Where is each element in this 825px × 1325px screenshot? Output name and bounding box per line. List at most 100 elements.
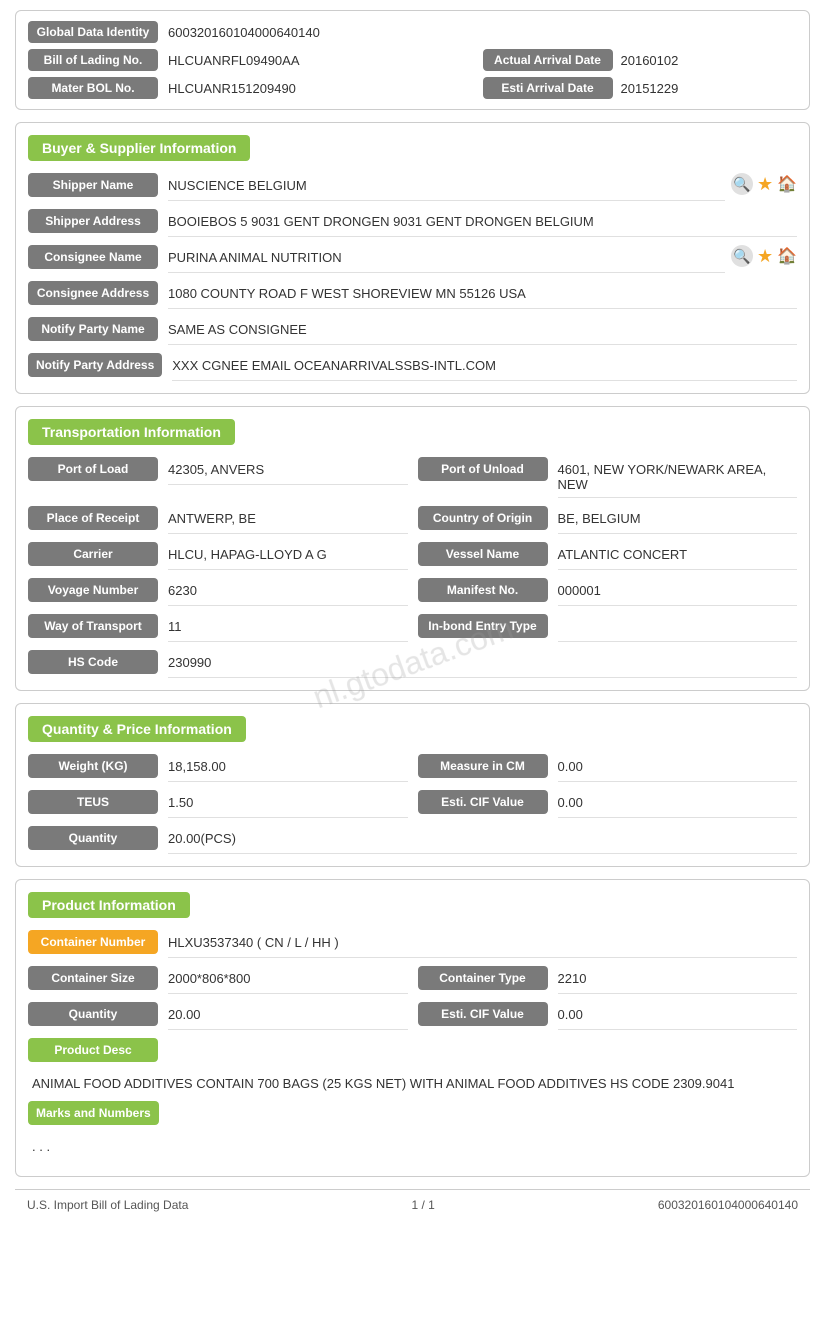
container-type-label: Container Type [418, 966, 548, 990]
qp-quantity-label: Quantity [28, 826, 158, 850]
notify-party-address-label: Notify Party Address [28, 353, 162, 377]
actual-arrival-value: 20160102 [621, 53, 798, 68]
qp-quantity-value: 20.00(PCS) [168, 826, 797, 854]
teus-cif-row: TEUS 1.50 Esti. CIF Value 0.00 [28, 790, 797, 818]
bol-label: Bill of Lading No. [28, 49, 158, 71]
place-receipt-group: Place of Receipt ANTWERP, BE [28, 506, 408, 534]
carrier-group: Carrier HLCU, HAPAG-LLOYD A G [28, 542, 408, 570]
port-unload-group: Port of Unload 4601, NEW YORK/NEWARK ARE… [418, 457, 798, 498]
cif-value: 0.00 [558, 790, 798, 818]
weight-group: Weight (KG) 18,158.00 [28, 754, 408, 782]
voyage-label: Voyage Number [28, 578, 158, 602]
consignee-name-label: Consignee Name [28, 245, 158, 269]
actual-arrival-group: Actual Arrival Date 20160102 [483, 49, 798, 71]
product-info-card: Product Information Container Number HLX… [15, 879, 810, 1177]
footer-right: 600320160104000640140 [658, 1198, 798, 1212]
container-number-label: Container Number [28, 930, 158, 954]
teus-group: TEUS 1.50 [28, 790, 408, 818]
place-receipt-label: Place of Receipt [28, 506, 158, 530]
global-data-row: Global Data Identity 6003201601040006401… [28, 21, 797, 43]
pi-cif-value: 0.00 [558, 1002, 798, 1030]
vessel-value: ATLANTIC CONCERT [558, 542, 798, 570]
container-type-value: 2210 [558, 966, 798, 994]
esti-arrival-group: Esti Arrival Date 20151229 [483, 77, 798, 99]
cif-group: Esti. CIF Value 0.00 [418, 790, 798, 818]
consignee-icons: 🔍 ★ 🏠 [731, 245, 797, 267]
teus-value: 1.50 [168, 790, 408, 818]
transport-inbond-row: Way of Transport 11 In-bond Entry Type [28, 614, 797, 642]
consignee-address-row: Consignee Address 1080 COUNTY ROAD F WES… [28, 281, 797, 309]
consignee-star-icon[interactable]: ★ [757, 246, 773, 267]
shipper-home-icon[interactable]: 🏠 [777, 174, 797, 194]
shipper-search-icon[interactable]: 🔍 [731, 173, 753, 195]
product-desc-text: ANIMAL FOOD ADDITIVES CONTAIN 700 BAGS (… [28, 1070, 797, 1101]
port-load-value: 42305, ANVERS [168, 457, 408, 485]
manifest-label: Manifest No. [418, 578, 548, 602]
shipper-star-icon[interactable]: ★ [757, 174, 773, 195]
actual-arrival-label: Actual Arrival Date [483, 49, 613, 71]
container-size-group: Container Size 2000*806*800 [28, 966, 408, 994]
notify-party-name-label: Notify Party Name [28, 317, 158, 341]
port-row: Port of Load 42305, ANVERS Port of Unloa… [28, 457, 797, 498]
port-unload-label: Port of Unload [418, 457, 548, 481]
notify-party-address-value: XXX CGNEE EMAIL OCEANARRIVALSSBS-INTL.CO… [172, 353, 797, 381]
shipper-address-row: Shipper Address BOOIEBOS 5 9031 GENT DRO… [28, 209, 797, 237]
pi-quantity-label: Quantity [28, 1002, 158, 1026]
notify-party-address-row: Notify Party Address XXX CGNEE EMAIL OCE… [28, 353, 797, 381]
transportation-card: Transportation Information Port of Load … [15, 406, 810, 691]
port-unload-value: 4601, NEW YORK/NEWARK AREA, NEW [558, 457, 798, 498]
global-data-label: Global Data Identity [28, 21, 158, 43]
pi-quantity-group: Quantity 20.00 [28, 1002, 408, 1030]
carrier-vessel-row: Carrier HLCU, HAPAG-LLOYD A G Vessel Nam… [28, 542, 797, 570]
transportation-title: Transportation Information [28, 419, 235, 445]
consignee-name-row: Consignee Name PURINA ANIMAL NUTRITION 🔍… [28, 245, 797, 273]
top-card: Global Data Identity 6003201601040006401… [15, 10, 810, 110]
vessel-group: Vessel Name ATLANTIC CONCERT [418, 542, 798, 570]
in-bond-group: In-bond Entry Type [418, 614, 798, 642]
port-load-label: Port of Load [28, 457, 158, 481]
container-size-value: 2000*806*800 [168, 966, 408, 994]
quantity-price-card: Quantity & Price Information Weight (KG)… [15, 703, 810, 867]
shipper-name-value: NUSCIENCE BELGIUM [168, 173, 725, 201]
in-bond-label: In-bond Entry Type [418, 614, 548, 638]
hs-code-label: HS Code [28, 650, 158, 674]
quantity-price-title: Quantity & Price Information [28, 716, 246, 742]
carrier-label: Carrier [28, 542, 158, 566]
way-transport-group: Way of Transport 11 [28, 614, 408, 642]
weight-measure-row: Weight (KG) 18,158.00 Measure in CM 0.00 [28, 754, 797, 782]
receipt-origin-row: Place of Receipt ANTWERP, BE Country of … [28, 506, 797, 534]
carrier-value: HLCU, HAPAG-LLOYD A G [168, 542, 408, 570]
manifest-group: Manifest No. 000001 [418, 578, 798, 606]
notify-party-name-row: Notify Party Name SAME AS CONSIGNEE [28, 317, 797, 345]
country-origin-value: BE, BELGIUM [558, 506, 798, 534]
product-desc-label: Product Desc [28, 1038, 158, 1062]
esti-arrival-label: Esti Arrival Date [483, 77, 613, 99]
teus-label: TEUS [28, 790, 158, 814]
esti-arrival-value: 20151229 [621, 81, 798, 96]
shipper-icons: 🔍 ★ 🏠 [731, 173, 797, 195]
consignee-address-value: 1080 COUNTY ROAD F WEST SHOREVIEW MN 551… [168, 281, 797, 309]
shipper-name-label: Shipper Name [28, 173, 158, 197]
container-type-group: Container Type 2210 [418, 966, 798, 994]
container-number-value: HLXU3537340 ( CN / L / HH ) [168, 930, 797, 958]
country-origin-group: Country of Origin BE, BELGIUM [418, 506, 798, 534]
voyage-manifest-row: Voyage Number 6230 Manifest No. 000001 [28, 578, 797, 606]
footer: U.S. Import Bill of Lading Data 1 / 1 60… [15, 1189, 810, 1220]
way-transport-value: 11 [168, 614, 408, 642]
consignee-search-icon[interactable]: 🔍 [731, 245, 753, 267]
voyage-value: 6230 [168, 578, 408, 606]
cif-label: Esti. CIF Value [418, 790, 548, 814]
marks-row: Marks and Numbers [28, 1101, 797, 1125]
mater-bol-row: Mater BOL No. HLCUANR151209490 Esti Arri… [28, 77, 797, 99]
buyer-supplier-title: Buyer & Supplier Information [28, 135, 250, 161]
consignee-home-icon[interactable]: 🏠 [777, 246, 797, 266]
product-desc-row: Product Desc [28, 1038, 797, 1062]
manifest-value: 000001 [558, 578, 798, 606]
container-size-type-row: Container Size 2000*806*800 Container Ty… [28, 966, 797, 994]
marks-value: . . . [28, 1133, 797, 1164]
product-info-title: Product Information [28, 892, 190, 918]
voyage-group: Voyage Number 6230 [28, 578, 408, 606]
port-load-group: Port of Load 42305, ANVERS [28, 457, 408, 485]
place-receipt-value: ANTWERP, BE [168, 506, 408, 534]
global-data-value: 600320160104000640140 [168, 25, 797, 40]
